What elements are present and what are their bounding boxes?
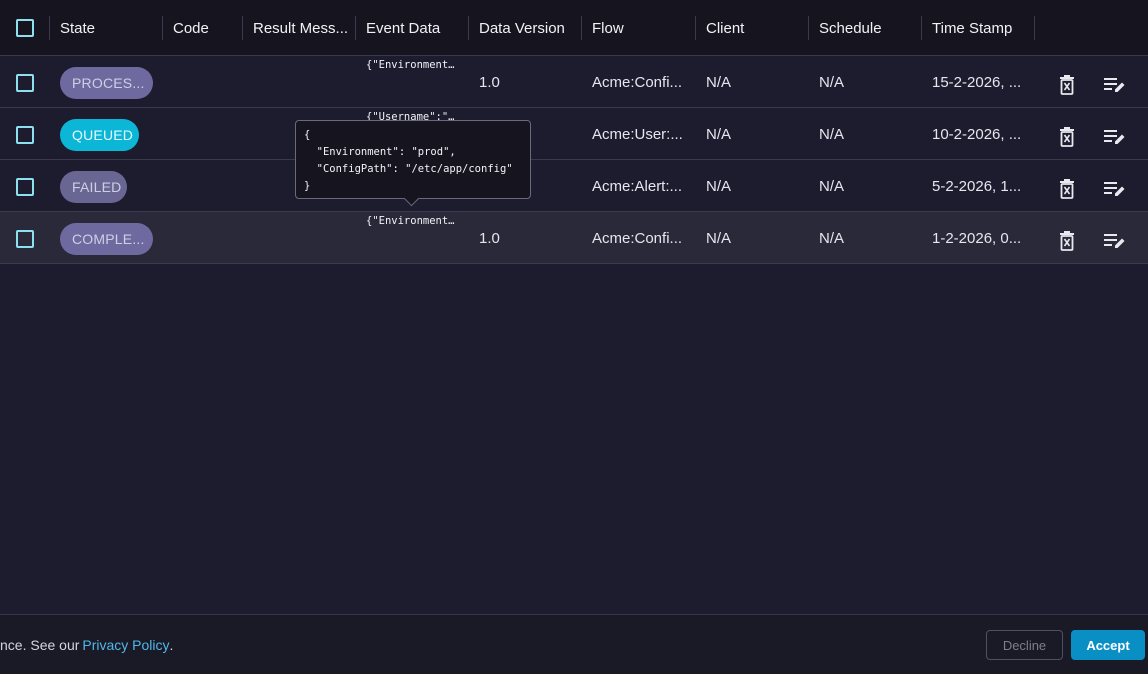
edit-list-icon[interactable] xyxy=(1102,228,1128,254)
time-stamp-cell: 15-2-2026, ... xyxy=(932,56,1030,108)
cookie-consent-bar: nce. See our Privacy Policy. Decline Acc… xyxy=(0,614,1148,674)
time-stamp-cell: 10-2-2026, ... xyxy=(932,108,1030,160)
privacy-policy-link[interactable]: Privacy Policy xyxy=(82,637,169,653)
header-event-data[interactable]: Event Data xyxy=(366,0,464,56)
event-data-tooltip: { "Environment": "prod", "ConfigPath": "… xyxy=(295,120,531,199)
event-data-cell[interactable]: {"Environment… xyxy=(366,59,462,71)
delete-icon[interactable] xyxy=(1054,124,1080,150)
cookie-consent-text: nce. See our Privacy Policy. xyxy=(0,615,173,674)
status-badge: PROCES... xyxy=(60,67,153,99)
data-version-cell: 1.0 xyxy=(479,73,500,91)
column-divider xyxy=(162,16,163,40)
flow-text: Acme:Alert:... xyxy=(592,177,683,195)
row-checkbox[interactable] xyxy=(16,74,34,92)
row-checkbox[interactable] xyxy=(16,230,34,248)
decline-button[interactable]: Decline xyxy=(986,630,1063,660)
header-result-message[interactable]: Result Mess... xyxy=(253,0,351,56)
flow-cell: Acme:Confi... xyxy=(592,212,684,264)
column-divider xyxy=(808,16,809,40)
status-badge: QUEUED xyxy=(60,119,139,151)
column-divider xyxy=(355,16,356,40)
time-stamp-cell: 1-2-2026, 0... xyxy=(932,212,1030,264)
time-stamp-text: 5-2-2026, 1... xyxy=(932,177,1022,195)
header-data-version[interactable]: Data Version xyxy=(479,0,579,56)
event-data-cell[interactable]: {"Environment… xyxy=(366,215,462,227)
column-divider xyxy=(695,16,696,40)
time-stamp-text: 1-2-2026, 0... xyxy=(932,229,1022,247)
row-checkbox[interactable] xyxy=(16,178,34,196)
code-cell xyxy=(173,160,239,212)
cookie-text: nce. See our xyxy=(0,637,80,653)
cookie-text-end: . xyxy=(169,637,174,653)
header-time-stamp[interactable]: Time Stamp xyxy=(932,0,1032,56)
column-divider xyxy=(468,16,469,40)
column-divider xyxy=(921,16,922,40)
table-row[interactable]: FAILED Acme:Alert:... N/A N/A 5-2-2026, … xyxy=(0,160,1148,212)
result-message-cell xyxy=(253,56,351,108)
edit-list-icon[interactable] xyxy=(1102,72,1128,98)
flow-cell: Acme:User:... xyxy=(592,108,684,160)
header-schedule[interactable]: Schedule xyxy=(819,0,919,56)
time-stamp-text: 15-2-2026, ... xyxy=(932,73,1022,91)
schedule-cell: N/A xyxy=(819,125,845,143)
schedule-cell: N/A xyxy=(819,229,845,247)
flow-text: Acme:Confi... xyxy=(592,73,683,91)
client-cell: N/A xyxy=(706,177,732,195)
table-row[interactable]: QUEUED {"Username":"… Acme:User:... N/A … xyxy=(0,108,1148,160)
app-root: State Code Result Mess... Event Data Dat… xyxy=(0,0,1148,674)
header-code[interactable]: Code xyxy=(173,0,239,56)
schedule-cell: N/A xyxy=(819,177,845,195)
status-badge: COMPLE... xyxy=(60,223,153,255)
flow-text: Acme:User:... xyxy=(592,125,683,143)
edit-list-icon[interactable] xyxy=(1102,176,1128,202)
column-divider xyxy=(1034,16,1035,40)
status-badge: FAILED xyxy=(60,171,127,203)
result-message-cell xyxy=(253,212,351,264)
flow-text: Acme:Confi... xyxy=(592,229,683,247)
code-cell xyxy=(173,56,239,108)
table-row[interactable]: COMPLE... {"Environment… 1.0 Acme:Confi.… xyxy=(0,212,1148,264)
data-version-cell: 1.0 xyxy=(479,229,500,247)
flow-cell: Acme:Confi... xyxy=(592,56,684,108)
time-stamp-text: 10-2-2026, ... xyxy=(932,125,1022,143)
accept-button[interactable]: Accept xyxy=(1071,630,1145,660)
schedule-cell: N/A xyxy=(819,73,845,91)
column-divider xyxy=(49,16,50,40)
delete-icon[interactable] xyxy=(1054,176,1080,202)
delete-icon[interactable] xyxy=(1054,228,1080,254)
column-divider xyxy=(581,16,582,40)
client-cell: N/A xyxy=(706,73,732,91)
code-cell xyxy=(173,108,239,160)
select-all-checkbox[interactable] xyxy=(16,19,34,37)
header-state[interactable]: State xyxy=(60,0,160,56)
header-flow[interactable]: Flow xyxy=(592,0,692,56)
delete-icon[interactable] xyxy=(1054,72,1080,98)
time-stamp-cell: 5-2-2026, 1... xyxy=(932,160,1030,212)
flow-cell: Acme:Alert:... xyxy=(592,160,684,212)
code-cell xyxy=(173,212,239,264)
row-checkbox[interactable] xyxy=(16,126,34,144)
header-client[interactable]: Client xyxy=(706,0,806,56)
client-cell: N/A xyxy=(706,125,732,143)
client-cell: N/A xyxy=(706,229,732,247)
table-row[interactable]: PROCES... {"Environment… 1.0 Acme:Confi.… xyxy=(0,56,1148,108)
table-header: State Code Result Mess... Event Data Dat… xyxy=(0,0,1148,56)
edit-list-icon[interactable] xyxy=(1102,124,1128,150)
column-divider xyxy=(242,16,243,40)
